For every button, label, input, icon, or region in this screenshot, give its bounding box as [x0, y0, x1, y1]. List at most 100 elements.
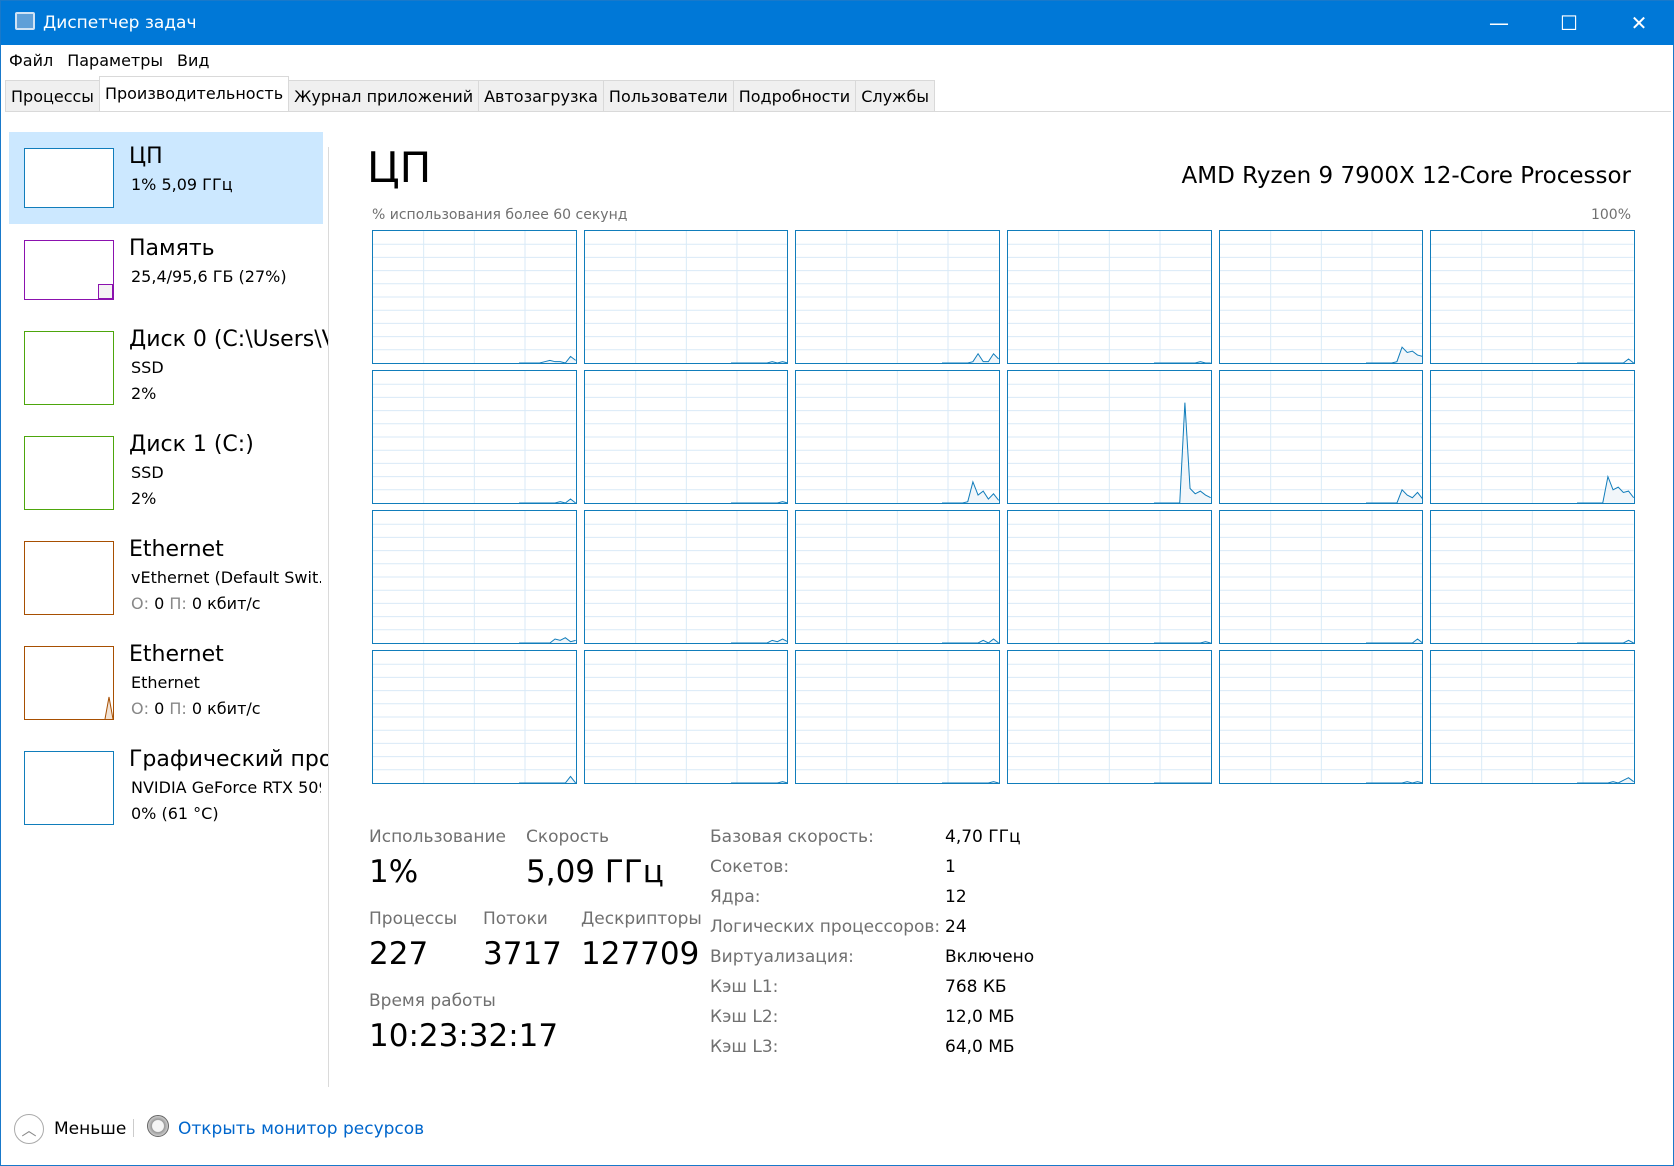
sidebar-divider[interactable]	[328, 147, 329, 1087]
cpu-graph-13	[583, 510, 789, 644]
cpu-graph-0	[372, 230, 577, 364]
sidebar-item-detail: NVIDIA GeForce RTX 509	[131, 778, 321, 797]
close-button[interactable]: ✕	[1604, 1, 1674, 45]
resource-monitor-icon	[147, 1115, 169, 1137]
usage-area	[1577, 777, 1634, 783]
sidebar-item-disk0[interactable]: Диск 0 (C:\Users\V SSD 2%	[9, 315, 329, 415]
cpu-graph-6	[372, 370, 577, 504]
processes-value: 227	[369, 936, 429, 972]
usage-label: Использование	[369, 827, 506, 847]
sidebar-item-memory[interactable]: Память 25,4/95,6 ГБ (27%)	[9, 224, 323, 316]
cpu-graph-12	[372, 510, 577, 644]
cpu-graph-14	[795, 510, 1000, 644]
uptime-label: Время работы	[369, 991, 496, 1011]
recv-value: 0 кбит/с	[191, 594, 261, 613]
recv-label: П:	[169, 594, 187, 613]
sidebar-item-detail: 25,4/95,6 ГБ (27%)	[131, 267, 287, 286]
sidebar-item-ethernet-vethernet[interactable]: Ethernet vEthernet (Default Swit... О: 0…	[9, 525, 323, 625]
sidebar-item-label: Диск 0 (C:\Users\V	[129, 327, 329, 352]
fewer-details-button[interactable]: Меньше	[54, 1119, 126, 1139]
sidebar-item-label: Диск 1 (C:)	[129, 432, 254, 457]
send-label: О:	[131, 699, 149, 718]
tab-performance[interactable]: Производительность	[98, 76, 290, 111]
sidebar-item-detail: vEthernet (Default Swit...	[131, 568, 321, 587]
usage-line	[1366, 782, 1423, 783]
tab-startup[interactable]: Автозагрузка	[478, 80, 604, 111]
spec-label: Базовая скорость:	[710, 827, 874, 847]
spec-value: 12	[945, 887, 967, 907]
spec-label: Виртуализация:	[710, 947, 854, 967]
logical-processor-graphs	[372, 230, 1635, 784]
spec-value: 1	[945, 857, 956, 877]
spec-value: 64,0 МБ	[945, 1037, 1015, 1057]
menu-view[interactable]: Вид	[177, 51, 209, 70]
spec-label: Кэш L2:	[710, 1007, 779, 1027]
usage-line	[1154, 642, 1211, 643]
cpu-thumbnail	[24, 148, 114, 208]
handles-label: Дескрипторы	[581, 909, 702, 929]
usage-line	[731, 502, 788, 503]
sidebar-item-detail: Ethernet	[131, 673, 200, 692]
sidebar-item-ethernet[interactable]: Ethernet Ethernet О: 0 П: 0 кбит/с	[9, 630, 323, 730]
cpu-graph-7	[583, 370, 789, 504]
tab-users[interactable]: Пользователи	[602, 80, 734, 111]
graph-max-label: 100%	[1590, 207, 1631, 223]
ethernet-thumbnail	[24, 646, 114, 720]
cpu-graph-18	[372, 650, 577, 784]
cpu-graph-17	[1430, 510, 1635, 644]
tab-processes[interactable]: Процессы	[5, 80, 100, 111]
tab-app-history[interactable]: Журнал приложений	[288, 80, 480, 111]
sidebar-item-gpu[interactable]: Графический проц NVIDIA GeForce RTX 509 …	[9, 735, 329, 835]
threads-value: 3717	[483, 936, 562, 972]
send-value: 0	[154, 699, 165, 718]
spec-label: Кэш L1:	[710, 977, 779, 997]
title-bar: Диспетчер задач — ☐ ✕	[1, 1, 1674, 45]
chevron-up-icon[interactable]: ︿	[14, 1114, 44, 1144]
cpu-graph-2	[795, 230, 1000, 364]
recv-value: 0 кбит/с	[191, 699, 261, 718]
uptime-value: 10:23:32:17	[369, 1018, 559, 1054]
graph-label: % использования более 60 секунд	[372, 207, 628, 223]
menu-file[interactable]: Файл	[9, 51, 53, 70]
usage-line	[1577, 640, 1634, 643]
tab-details[interactable]: Подробности	[732, 80, 857, 111]
cpu-graph-1	[583, 230, 789, 364]
maximize-button[interactable]: ☐	[1534, 1, 1604, 45]
minimize-button[interactable]: —	[1464, 1, 1534, 45]
usage-line	[731, 782, 788, 783]
sidebar-item-label: Графический проц	[129, 747, 329, 772]
open-resource-monitor-link[interactable]: Открыть монитор ресурсов	[178, 1119, 424, 1139]
task-manager-icon	[15, 12, 35, 30]
sidebar-item-cpu[interactable]: ЦП 1% 5,09 ГГц	[9, 132, 323, 224]
cpu-graph-16	[1218, 510, 1424, 644]
sidebar-item-detail: 1% 5,09 ГГц	[131, 175, 233, 194]
footer: ︿ Меньше Открыть монитор ресурсов	[1, 1111, 1673, 1151]
cpu-graph-10	[1218, 370, 1424, 504]
cpu-graph-3	[1007, 230, 1212, 364]
threads-label: Потоки	[483, 909, 548, 929]
cpu-graph-20	[795, 650, 1000, 784]
spec-value: 4,70 ГГц	[945, 827, 1021, 847]
speed-value: 5,09 ГГц	[526, 854, 664, 890]
sidebar-item-detail: SSD	[131, 358, 164, 377]
spec-label: Сокетов:	[710, 857, 790, 877]
ethernet-thumbnail	[24, 541, 114, 615]
tab-services[interactable]: Службы	[855, 80, 935, 111]
speed-label: Скорость	[526, 827, 609, 847]
footer-separator	[133, 1119, 134, 1137]
cpu-graph-4	[1218, 230, 1424, 364]
spec-label: Кэш L3:	[710, 1037, 779, 1057]
disk0-thumbnail	[24, 331, 114, 405]
cpu-graph-19	[583, 650, 789, 784]
cpu-graph-5	[1430, 230, 1635, 364]
cpu-graph-23	[1430, 650, 1635, 784]
sidebar-item-disk1[interactable]: Диск 1 (C:) SSD 2%	[9, 420, 323, 520]
menu-options[interactable]: Параметры	[67, 51, 163, 70]
sidebar-item-label: Ethernet	[129, 537, 224, 562]
send-value: 0	[154, 594, 165, 613]
handles-value: 127709	[581, 936, 700, 972]
spec-value: 12,0 МБ	[945, 1007, 1015, 1027]
page-title: ЦП	[367, 143, 432, 192]
sidebar-item-detail: 2%	[131, 489, 157, 508]
cpu-graph-15	[1007, 510, 1212, 644]
